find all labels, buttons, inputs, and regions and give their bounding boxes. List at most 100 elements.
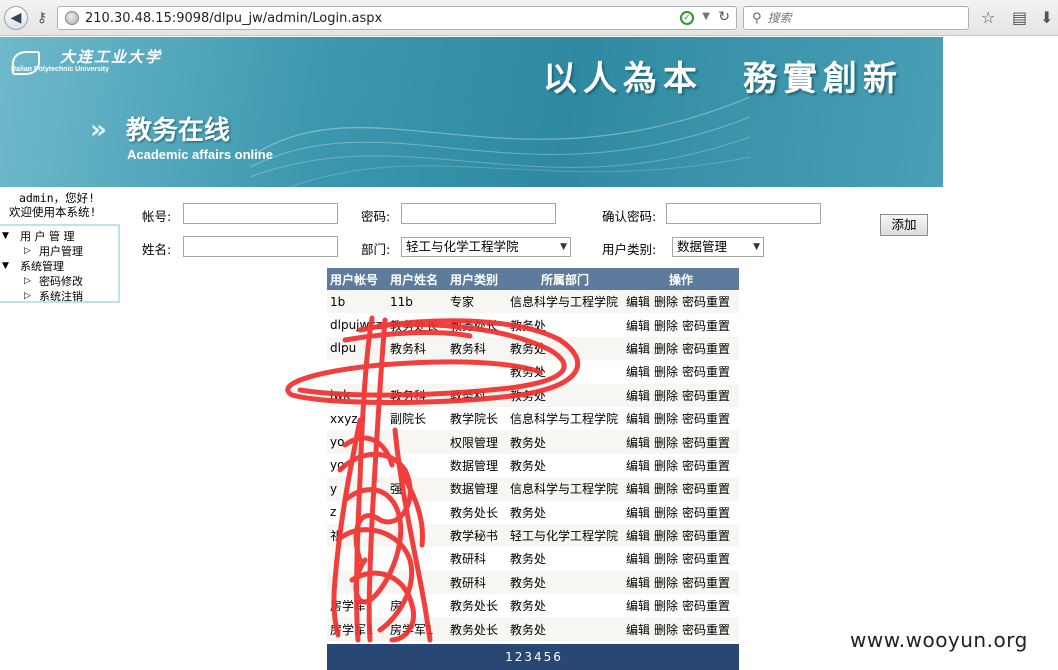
tree-item-change-password[interactable]: ▷ 密码修改	[0, 274, 118, 289]
reload-icon[interactable]: ↻	[718, 9, 730, 25]
key-icon[interactable]: ⚷	[30, 6, 54, 30]
cell-name	[387, 547, 447, 571]
table-row: 祁 教学秘书 轻工与化学工程学院 编辑 删除 密码重置	[327, 523, 739, 548]
department-value: 轻工与化学工程学院	[406, 239, 519, 254]
department-select[interactable]: 轻工与化学工程学院 ▼	[401, 237, 571, 257]
cell-department: 教务处	[507, 500, 623, 524]
page-link-5[interactable]: 5	[544, 650, 552, 664]
table-row: y 强数据管理 信息科学与工程学院 编辑 删除 密码重置	[327, 477, 739, 501]
edit-link[interactable]: 编辑	[626, 459, 650, 473]
user-type-select[interactable]: 数据管理 ▼	[672, 237, 764, 257]
delete-link[interactable]: 删除	[654, 389, 678, 403]
address-bar[interactable]: 210.30.48.15:9098/dlpu_jw/admin/Login.as…	[57, 6, 737, 30]
reset-password-link[interactable]: 密码重置	[682, 576, 730, 590]
reset-password-link[interactable]: 密码重置	[682, 319, 730, 333]
delete-link[interactable]: 删除	[654, 365, 678, 379]
confirm-password-label: 确认密码:	[602, 209, 657, 224]
nav-tree: ▼ 用 户 管 理 ▷ 用户管理 ▼ 系统管理 ▷ 密码修改 ▷ 系统注销	[0, 224, 120, 303]
reset-password-link[interactable]: 密码重置	[682, 342, 730, 356]
university-name-cn: 大连工业大学	[60, 48, 163, 66]
edit-link[interactable]: 编辑	[626, 529, 650, 543]
history-dropdown-icon[interactable]: ▼	[702, 11, 710, 22]
edit-link[interactable]: 编辑	[626, 482, 650, 496]
tree-item-user-management[interactable]: ▷ 用户管理	[0, 244, 118, 259]
reset-password-link[interactable]: 密码重置	[682, 529, 730, 543]
cell-operations: 编辑 删除 密码重置	[623, 594, 739, 618]
confirm-password-input[interactable]	[666, 203, 821, 224]
page-link-4[interactable]: 4	[534, 650, 542, 664]
delete-link[interactable]: 删除	[654, 482, 678, 496]
delete-link[interactable]: 删除	[654, 552, 678, 566]
page-link-3[interactable]: 3	[524, 650, 532, 664]
cell-type: 教务处长	[447, 313, 507, 337]
back-button[interactable]: ◀	[4, 6, 28, 30]
table-row: 教研科 教务处 编辑 删除 密码重置	[327, 570, 739, 595]
delete-link[interactable]: 删除	[654, 529, 678, 543]
page-link-6[interactable]: 6	[553, 650, 561, 664]
delete-link[interactable]: 删除	[654, 342, 678, 356]
reading-list-icon[interactable]: ▤	[1012, 8, 1027, 27]
cell-account: xxyz	[327, 406, 387, 431]
department-label: 部门:	[361, 242, 391, 257]
delete-link[interactable]: 删除	[654, 506, 678, 520]
delete-link[interactable]: 删除	[654, 412, 678, 426]
reset-password-link[interactable]: 密码重置	[682, 482, 730, 496]
name-input[interactable]	[183, 236, 338, 257]
password-input[interactable]	[401, 203, 556, 224]
reset-password-link[interactable]: 密码重置	[682, 412, 730, 426]
welcome-text: 欢迎使用本系统!	[9, 205, 97, 219]
cell-account: 房学军	[327, 594, 387, 618]
col-header-account: 用户帐号	[327, 268, 387, 290]
reset-password-link[interactable]: 密码重置	[682, 295, 730, 309]
cell-operations: 编辑 删除 密码重置	[623, 313, 739, 337]
tree-item-logout[interactable]: ▷ 系统注销	[0, 289, 118, 304]
page-link-2[interactable]: 2	[515, 650, 523, 664]
delete-link[interactable]: 删除	[654, 623, 678, 637]
compatibility-check-icon[interactable]: ✓	[680, 11, 694, 25]
chevron-down-icon: ▼	[560, 242, 567, 252]
leaf-triangle-icon: ▷	[24, 276, 31, 286]
cell-department: 信息科学与工程学院	[507, 290, 623, 314]
edit-link[interactable]: 编辑	[626, 436, 650, 450]
reset-password-link[interactable]: 密码重置	[682, 552, 730, 566]
table-row: jwk 教务科 教务科 教务处 编辑 删除 密码重置	[327, 383, 739, 407]
edit-link[interactable]: 编辑	[626, 319, 650, 333]
tree-node-system-management[interactable]: ▼ 系统管理	[0, 259, 118, 274]
cell-operations: 编辑 删除 密码重置	[623, 477, 739, 501]
reset-password-link[interactable]: 密码重置	[682, 365, 730, 379]
page-link-1[interactable]: 1	[505, 650, 513, 664]
edit-link[interactable]: 编辑	[626, 623, 650, 637]
search-input[interactable]	[767, 11, 948, 25]
downloads-icon[interactable]: ⬇	[1040, 8, 1053, 27]
delete-link[interactable]: 删除	[654, 295, 678, 309]
reset-password-link[interactable]: 密码重置	[682, 599, 730, 613]
edit-link[interactable]: 编辑	[626, 552, 650, 566]
search-box[interactable]: ⚲	[743, 6, 969, 30]
bookmark-star-icon[interactable]: ☆	[981, 8, 995, 27]
edit-link[interactable]: 编辑	[626, 576, 650, 590]
edit-link[interactable]: 编辑	[626, 389, 650, 403]
account-input[interactable]	[183, 203, 338, 224]
reset-password-link[interactable]: 密码重置	[682, 459, 730, 473]
reset-password-link[interactable]: 密码重置	[682, 389, 730, 403]
delete-link[interactable]: 删除	[654, 576, 678, 590]
add-button[interactable]: 添加	[880, 214, 928, 236]
reset-password-link[interactable]: 密码重置	[682, 506, 730, 520]
reset-password-link[interactable]: 密码重置	[682, 623, 730, 637]
edit-link[interactable]: 编辑	[626, 506, 650, 520]
edit-link[interactable]: 编辑	[626, 412, 650, 426]
delete-link[interactable]: 删除	[654, 436, 678, 450]
edit-link[interactable]: 编辑	[626, 599, 650, 613]
delete-link[interactable]: 删除	[654, 459, 678, 473]
cell-department: 教务处	[507, 570, 623, 595]
table-row: yo 权限管理 教务处 编辑 删除 密码重置	[327, 430, 739, 454]
delete-link[interactable]: 删除	[654, 599, 678, 613]
edit-link[interactable]: 编辑	[626, 365, 650, 379]
tree-node-user-management[interactable]: ▼ 用 户 管 理	[0, 229, 118, 244]
cell-department: 教务处	[507, 617, 623, 641]
edit-link[interactable]: 编辑	[626, 295, 650, 309]
edit-link[interactable]: 编辑	[626, 342, 650, 356]
cell-account: y	[327, 477, 387, 501]
reset-password-link[interactable]: 密码重置	[682, 436, 730, 450]
delete-link[interactable]: 删除	[654, 319, 678, 333]
